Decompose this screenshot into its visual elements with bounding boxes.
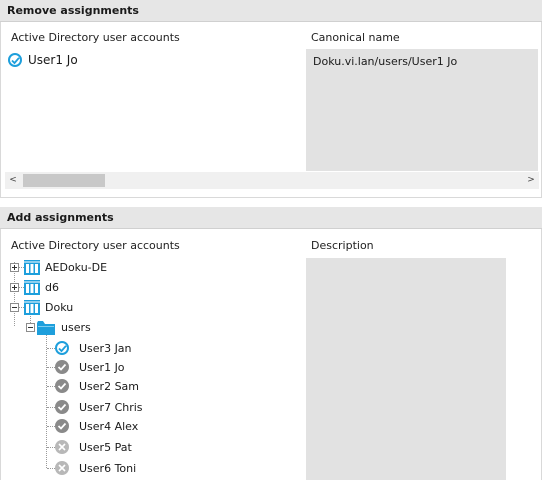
tree-node-user1-jo[interactable]: User1 Jo [51,358,291,376]
description-column-area [306,258,506,480]
tree-label-user: User1 Jo [79,361,125,374]
remove-col-accounts-header[interactable]: Active Directory user accounts [11,31,180,44]
tree-label-domain: AEDoku-DE [45,261,108,274]
check-circle-grey-icon [55,400,69,414]
remove-col-canonical-header[interactable]: Canonical name [311,31,400,44]
tree-node-user4-alex[interactable]: User4 Alex [51,417,291,435]
folder-icon [37,321,55,338]
remove-row-user-name: User1 Jo [28,53,78,67]
add-col-accounts-header[interactable]: Active Directory user accounts [11,239,180,252]
tree-label-folder: users [61,321,91,334]
add-assignments-title: Add assignments [7,211,114,224]
scroll-left-arrow[interactable]: < [5,172,21,189]
expand-plus-icon[interactable] [10,263,19,272]
x-circle-icon [55,461,69,475]
domain-icon [24,260,40,278]
add-assignments-header: Add assignments [0,207,542,229]
tree-label-user: User5 Pat [79,441,132,454]
collapse-minus-icon[interactable] [10,303,19,312]
expand-plus-icon[interactable] [10,283,19,292]
check-circle-grey-icon [55,360,69,374]
tree-node-user2-sam[interactable]: User2 Sam [51,377,291,395]
check-circle-blue-icon [55,341,69,355]
scroll-right-arrow[interactable]: > [523,172,539,189]
add-assignments-panel: Active Directory user accounts Descripti… [0,229,542,480]
tree-node-users-folder[interactable]: users [21,319,291,337]
remove-row-canonical-name: Doku.vi.lan/users/User1 Jo [313,55,458,68]
remove-assignments-title: Remove assignments [7,4,139,17]
check-circle-blue-icon [8,53,22,67]
tree-node-aedoku-de[interactable]: AEDoku-DE [5,259,295,277]
tree-label-user: User3 Jan [79,342,132,355]
collapse-minus-icon[interactable] [26,323,35,332]
tree-label-domain: d6 [45,281,59,294]
check-circle-grey-icon [55,419,69,433]
check-circle-grey-icon [55,379,69,393]
tree-label-user: User6 Toni [79,462,137,475]
tree-label-user: User7 Chris [79,401,143,414]
x-circle-icon [55,440,69,454]
tree-node-user7-chris[interactable]: User7 Chris [51,398,291,416]
tree-label-domain: Doku [45,301,74,314]
scroll-thumb[interactable] [23,174,105,187]
horizontal-scrollbar[interactable]: < > [5,172,539,189]
add-col-description-header[interactable]: Description [311,239,374,252]
remove-row-user1[interactable]: User1 Jo [5,51,303,69]
tree-node-user6-toni[interactable]: User6 Toni [51,459,291,477]
tree-node-user3-jan[interactable]: User3 Jan [51,339,291,357]
remove-assignments-panel: Active Directory user accounts Canonical… [0,22,542,198]
domain-icon [24,280,40,298]
tree-label-user: User2 Sam [79,380,140,393]
remove-assignments-header: Remove assignments [0,0,542,22]
tree-node-user5-pat[interactable]: User5 Pat [51,438,291,456]
tree-node-doku[interactable]: Doku [5,299,295,317]
tree-label-user: User4 Alex [79,420,139,433]
domain-icon [24,300,40,318]
tree-node-d6[interactable]: d6 [5,279,295,297]
